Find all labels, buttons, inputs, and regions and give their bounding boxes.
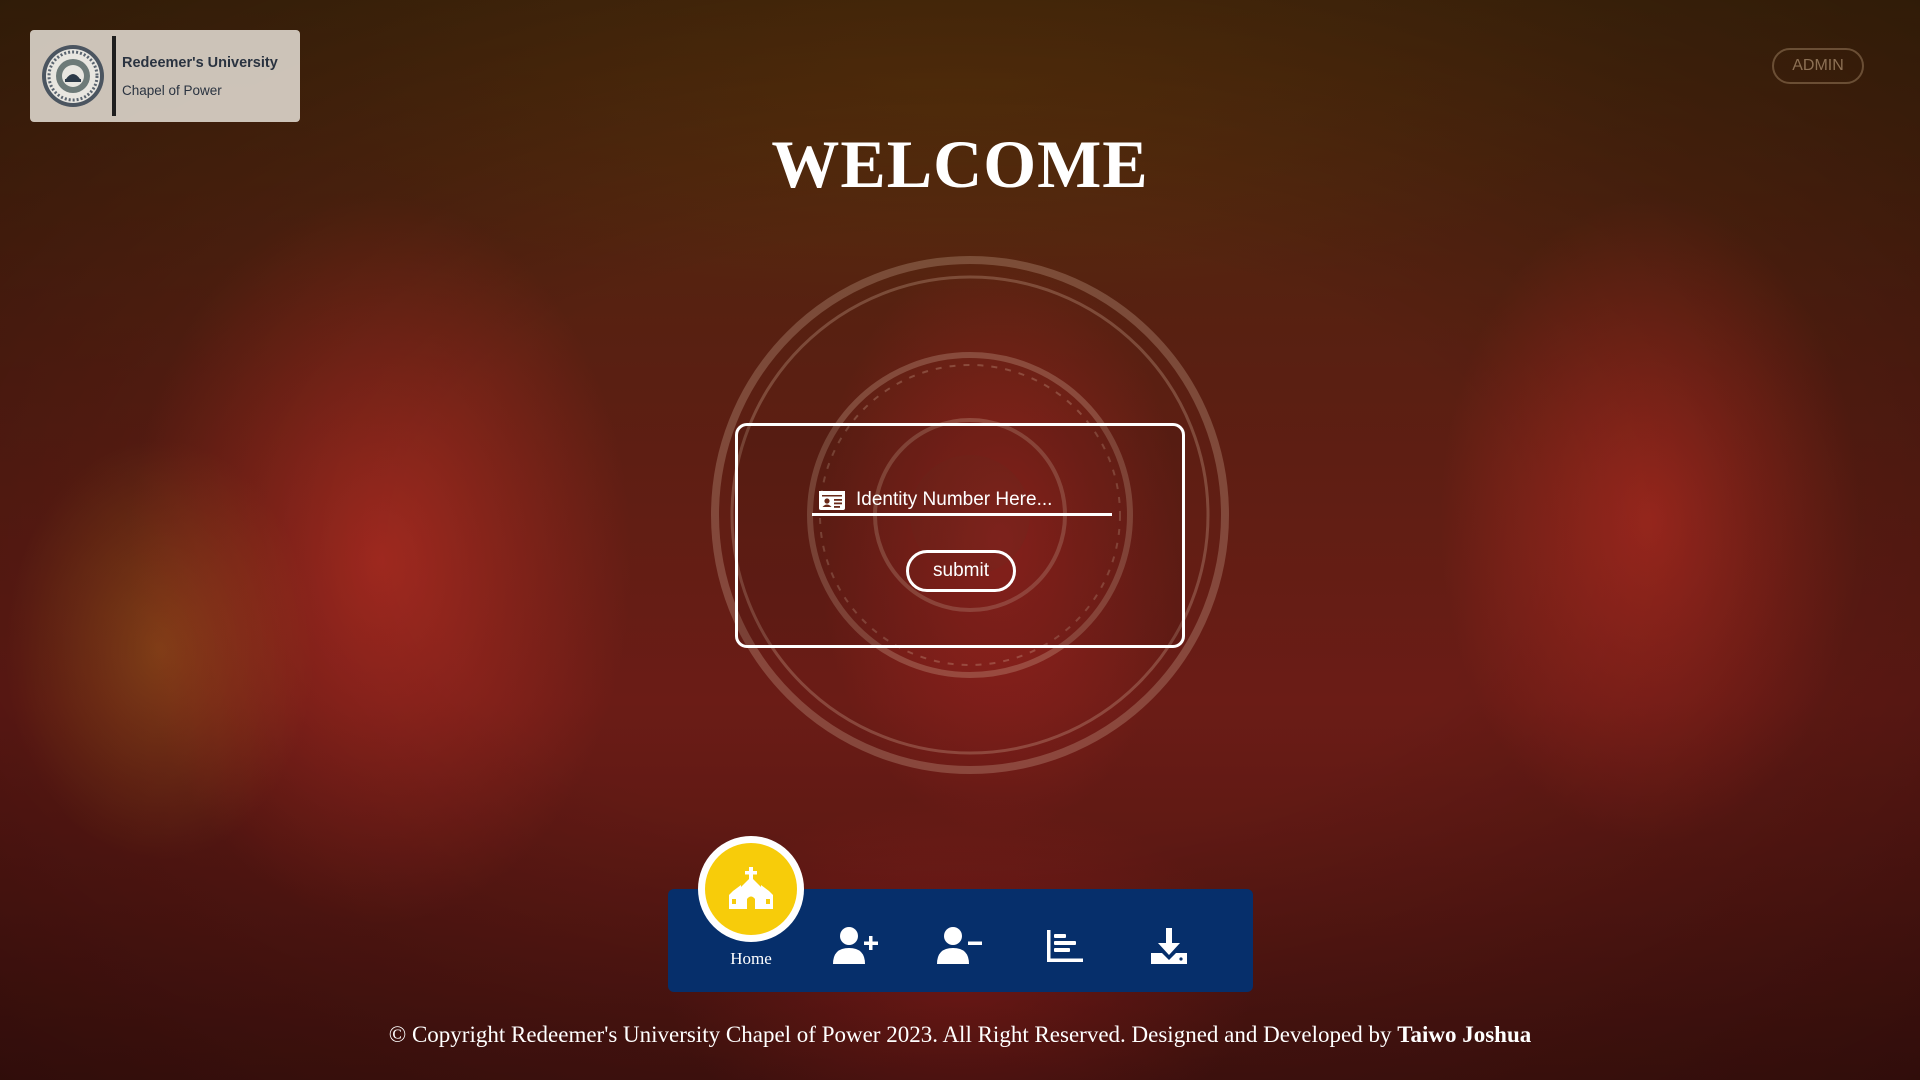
add-user-icon <box>833 927 878 964</box>
university-seal-icon <box>42 45 104 107</box>
remove-user-icon <box>937 927 982 964</box>
login-form: submit <box>735 423 1185 648</box>
church-icon <box>729 867 773 909</box>
id-card-icon <box>819 490 845 510</box>
nav-home-button[interactable] <box>698 836 804 942</box>
identity-number-input[interactable] <box>856 488 1096 511</box>
page-title: WELCOME <box>771 126 1149 202</box>
submit-button[interactable]: submit <box>906 550 1016 592</box>
brand-subtitle: Chapel of Power <box>122 82 222 98</box>
bottom-nav: Home <box>668 836 1253 992</box>
download-icon <box>1151 928 1187 964</box>
nav-home-label: Home <box>730 949 772 968</box>
brand-name: Redeemer's University <box>122 54 278 71</box>
brand-logo-block[interactable]: Redeemer's University Chapel of Power <box>30 30 300 122</box>
admin-button[interactable]: ADMIN <box>1772 48 1864 84</box>
nav-remove-user-button[interactable] <box>935 923 985 969</box>
footer-text: © Copyright Redeemer's University Chapel… <box>388 1022 1392 1047</box>
bar-chart-icon <box>1047 930 1083 962</box>
footer-author: Taiwo Joshua <box>1397 1022 1532 1047</box>
nav-download-button[interactable] <box>1144 923 1194 969</box>
footer-copyright: © Copyright Redeemer's University Chapel… <box>0 1022 1920 1048</box>
identity-field[interactable] <box>812 486 1112 516</box>
brand-divider <box>112 36 116 116</box>
nav-add-user-button[interactable] <box>831 923 881 969</box>
nav-statistics-button[interactable] <box>1040 923 1090 969</box>
